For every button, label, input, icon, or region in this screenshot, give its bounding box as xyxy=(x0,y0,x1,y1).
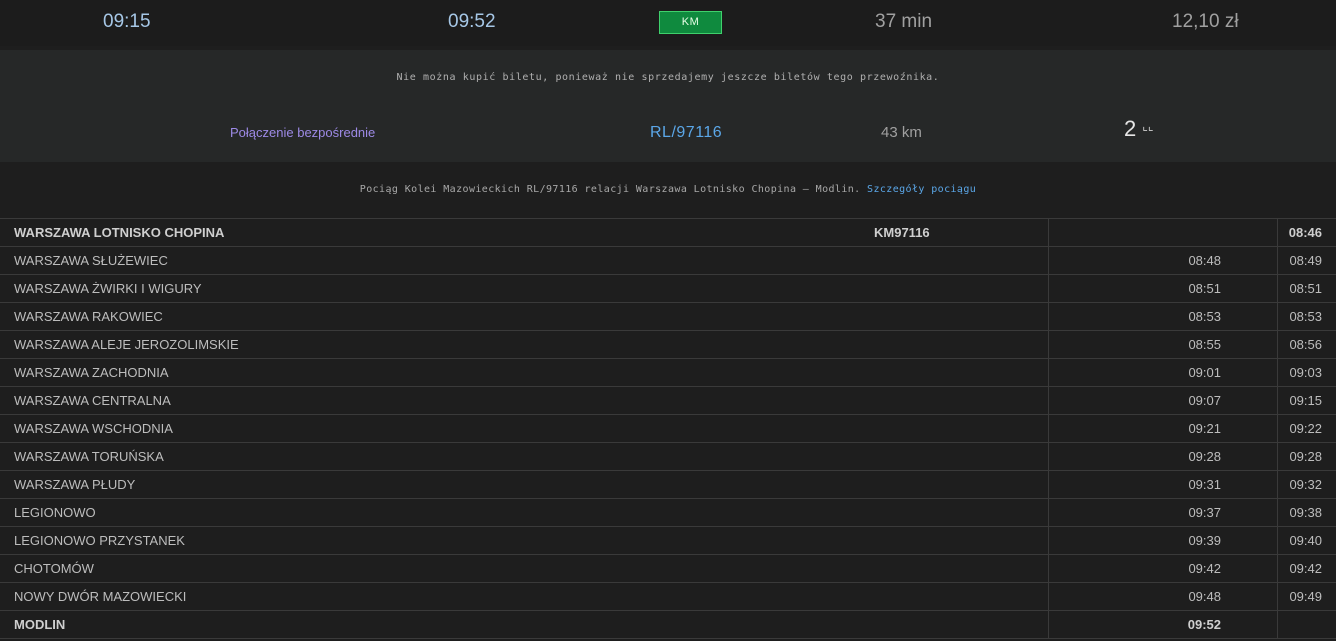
station-name: CHOTOMÓW xyxy=(0,554,874,583)
arrival-time: 09:21 xyxy=(1048,414,1278,443)
arrival-time: 08:55 xyxy=(1048,330,1278,359)
stop-row: WARSZAWA CENTRALNA 09:07 09:15 xyxy=(0,386,1336,415)
departure-time: 09:40 xyxy=(1277,526,1336,555)
arrival-time: 08:48 xyxy=(1048,246,1278,275)
stop-row: WARSZAWA LOTNISKO CHOPINA KM97116 08:46 xyxy=(0,218,1336,247)
arrival-time xyxy=(1048,218,1278,247)
departure-time: 09:28 xyxy=(1277,442,1336,471)
train-number-link[interactable]: RL/97116 xyxy=(650,124,722,142)
stop-row: NOWY DWÓR MAZOWIECKI 09:48 09:49 xyxy=(0,582,1336,611)
distance: 43 km xyxy=(881,124,922,141)
seat-icon: ⌞⌞ xyxy=(1142,119,1154,133)
train-details-link[interactable]: Szczegóły pociągu xyxy=(867,184,976,195)
station-name: WARSZAWA TORUŃSKA xyxy=(0,442,874,471)
stop-row: LEGIONOWO PRZYSTANEK 09:39 09:40 xyxy=(0,526,1336,555)
train-code xyxy=(874,274,1049,303)
station-name: WARSZAWA ALEJE JEROZOLIMSKIE xyxy=(0,330,874,359)
stop-row: WARSZAWA ALEJE JEROZOLIMSKIE 08:55 08:56 xyxy=(0,330,1336,359)
train-code xyxy=(874,414,1049,443)
departure-time: 09:42 xyxy=(1277,554,1336,583)
departure-time: 08:53 xyxy=(1277,302,1336,331)
departure-time xyxy=(1277,610,1336,639)
connection-summary[interactable]: 09:15 09:52 KM 37 min 12,10 zł xyxy=(0,0,1336,46)
station-name: WARSZAWA WSCHODNIA xyxy=(0,414,874,443)
carrier-badge: KM xyxy=(659,11,722,34)
arrival-time: 09:31 xyxy=(1048,470,1278,499)
station-name: NOWY DWÓR MAZOWIECKI xyxy=(0,582,874,611)
train-code xyxy=(874,442,1049,471)
train-code xyxy=(874,498,1049,527)
train-code xyxy=(874,246,1049,275)
departure-time: 08:46 xyxy=(1277,218,1336,247)
departure-time: 08:49 xyxy=(1277,246,1336,275)
arrival-time: 09:28 xyxy=(1048,442,1278,471)
travel-class: 2 ⌞⌞ xyxy=(1124,116,1154,142)
stop-row: LEGIONOWO 09:37 09:38 xyxy=(0,498,1336,527)
departure-time: 08:56 xyxy=(1277,330,1336,359)
stop-row: WARSZAWA ZACHODNIA 09:01 09:03 xyxy=(0,358,1336,387)
train-code xyxy=(874,386,1049,415)
departure-time: 09:32 xyxy=(1277,470,1336,499)
station-name: WARSZAWA LOTNISKO CHOPINA xyxy=(0,218,874,247)
arrival-time: 09:48 xyxy=(1048,582,1278,611)
departure-time: 09:22 xyxy=(1277,414,1336,443)
station-name: MODLIN xyxy=(0,610,874,639)
station-name: WARSZAWA SŁUŻEWIEC xyxy=(0,246,874,275)
train-code xyxy=(874,526,1049,555)
train-code xyxy=(874,610,1049,639)
class-number: 2 xyxy=(1124,116,1137,141)
stop-row: WARSZAWA RAKOWIEC 08:53 08:53 xyxy=(0,302,1336,331)
arrival-time: 08:51 xyxy=(1048,274,1278,303)
train-code xyxy=(874,554,1049,583)
train-code: KM97116 xyxy=(874,218,1049,247)
ticket-price: 12,10 zł xyxy=(1172,11,1239,32)
stop-row: WARSZAWA PŁUDY 09:31 09:32 xyxy=(0,470,1336,499)
station-name: WARSZAWA RAKOWIEC xyxy=(0,302,874,331)
train-code xyxy=(874,470,1049,499)
stop-row: MODLIN 09:52 xyxy=(0,610,1336,639)
stop-row: CHOTOMÓW 09:42 09:42 xyxy=(0,554,1336,583)
stops-table: WARSZAWA LOTNISKO CHOPINA KM97116 08:46 WAR… xyxy=(0,218,1336,639)
connection-details-panel: Nie można kupić biletu, ponieważ nie spr… xyxy=(0,50,1336,162)
travel-duration: 37 min xyxy=(875,11,933,32)
station-name: WARSZAWA CENTRALNA xyxy=(0,386,874,415)
arrival-time: 09:52 xyxy=(1048,610,1278,639)
departure-time: 09:03 xyxy=(1277,358,1336,387)
station-name: WARSZAWA ŻWIRKI I WIGURY xyxy=(0,274,874,303)
station-name: WARSZAWA PŁUDY xyxy=(0,470,874,499)
arrival-time: 08:53 xyxy=(1048,302,1278,331)
ticket-notice: Nie można kupić biletu, ponieważ nie spr… xyxy=(396,72,940,83)
station-name: WARSZAWA ZACHODNIA xyxy=(0,358,874,387)
station-name: LEGIONOWO xyxy=(0,498,874,527)
arrival-time: 09:37 xyxy=(1048,498,1278,527)
train-code xyxy=(874,302,1049,331)
departure-time: 09:49 xyxy=(1277,582,1336,611)
station-name: LEGIONOWO PRZYSTANEK xyxy=(0,526,874,555)
departure-time: 08:51 xyxy=(1277,274,1336,303)
stop-row: WARSZAWA ŻWIRKI I WIGURY 08:51 08:51 xyxy=(0,274,1336,303)
stop-row: WARSZAWA SŁUŻEWIEC 08:48 08:49 xyxy=(0,246,1336,275)
arrival-time: 09:42 xyxy=(1048,554,1278,583)
train-code xyxy=(874,358,1049,387)
departure-time: 09:38 xyxy=(1277,498,1336,527)
arrival-time: 09:07 xyxy=(1048,386,1278,415)
train-info-text: Pociąg Kolei Mazowieckich RL/97116 relac… xyxy=(359,184,861,195)
train-code xyxy=(874,582,1049,611)
departure-time: 09:15 xyxy=(103,11,151,32)
arrival-time: 09:01 xyxy=(1048,358,1278,387)
stop-row: WARSZAWA WSCHODNIA 09:21 09:22 xyxy=(0,414,1336,443)
direct-connection-label: Połączenie bezpośrednie xyxy=(230,125,376,140)
arrival-time: 09:52 xyxy=(448,11,496,32)
arrival-time: 09:39 xyxy=(1048,526,1278,555)
departure-time: 09:15 xyxy=(1277,386,1336,415)
stop-row: WARSZAWA TORUŃSKA 09:28 09:28 xyxy=(0,442,1336,471)
train-info: Pociąg Kolei Mazowieckich RL/97116 relac… xyxy=(0,162,1336,218)
train-code xyxy=(874,330,1049,359)
